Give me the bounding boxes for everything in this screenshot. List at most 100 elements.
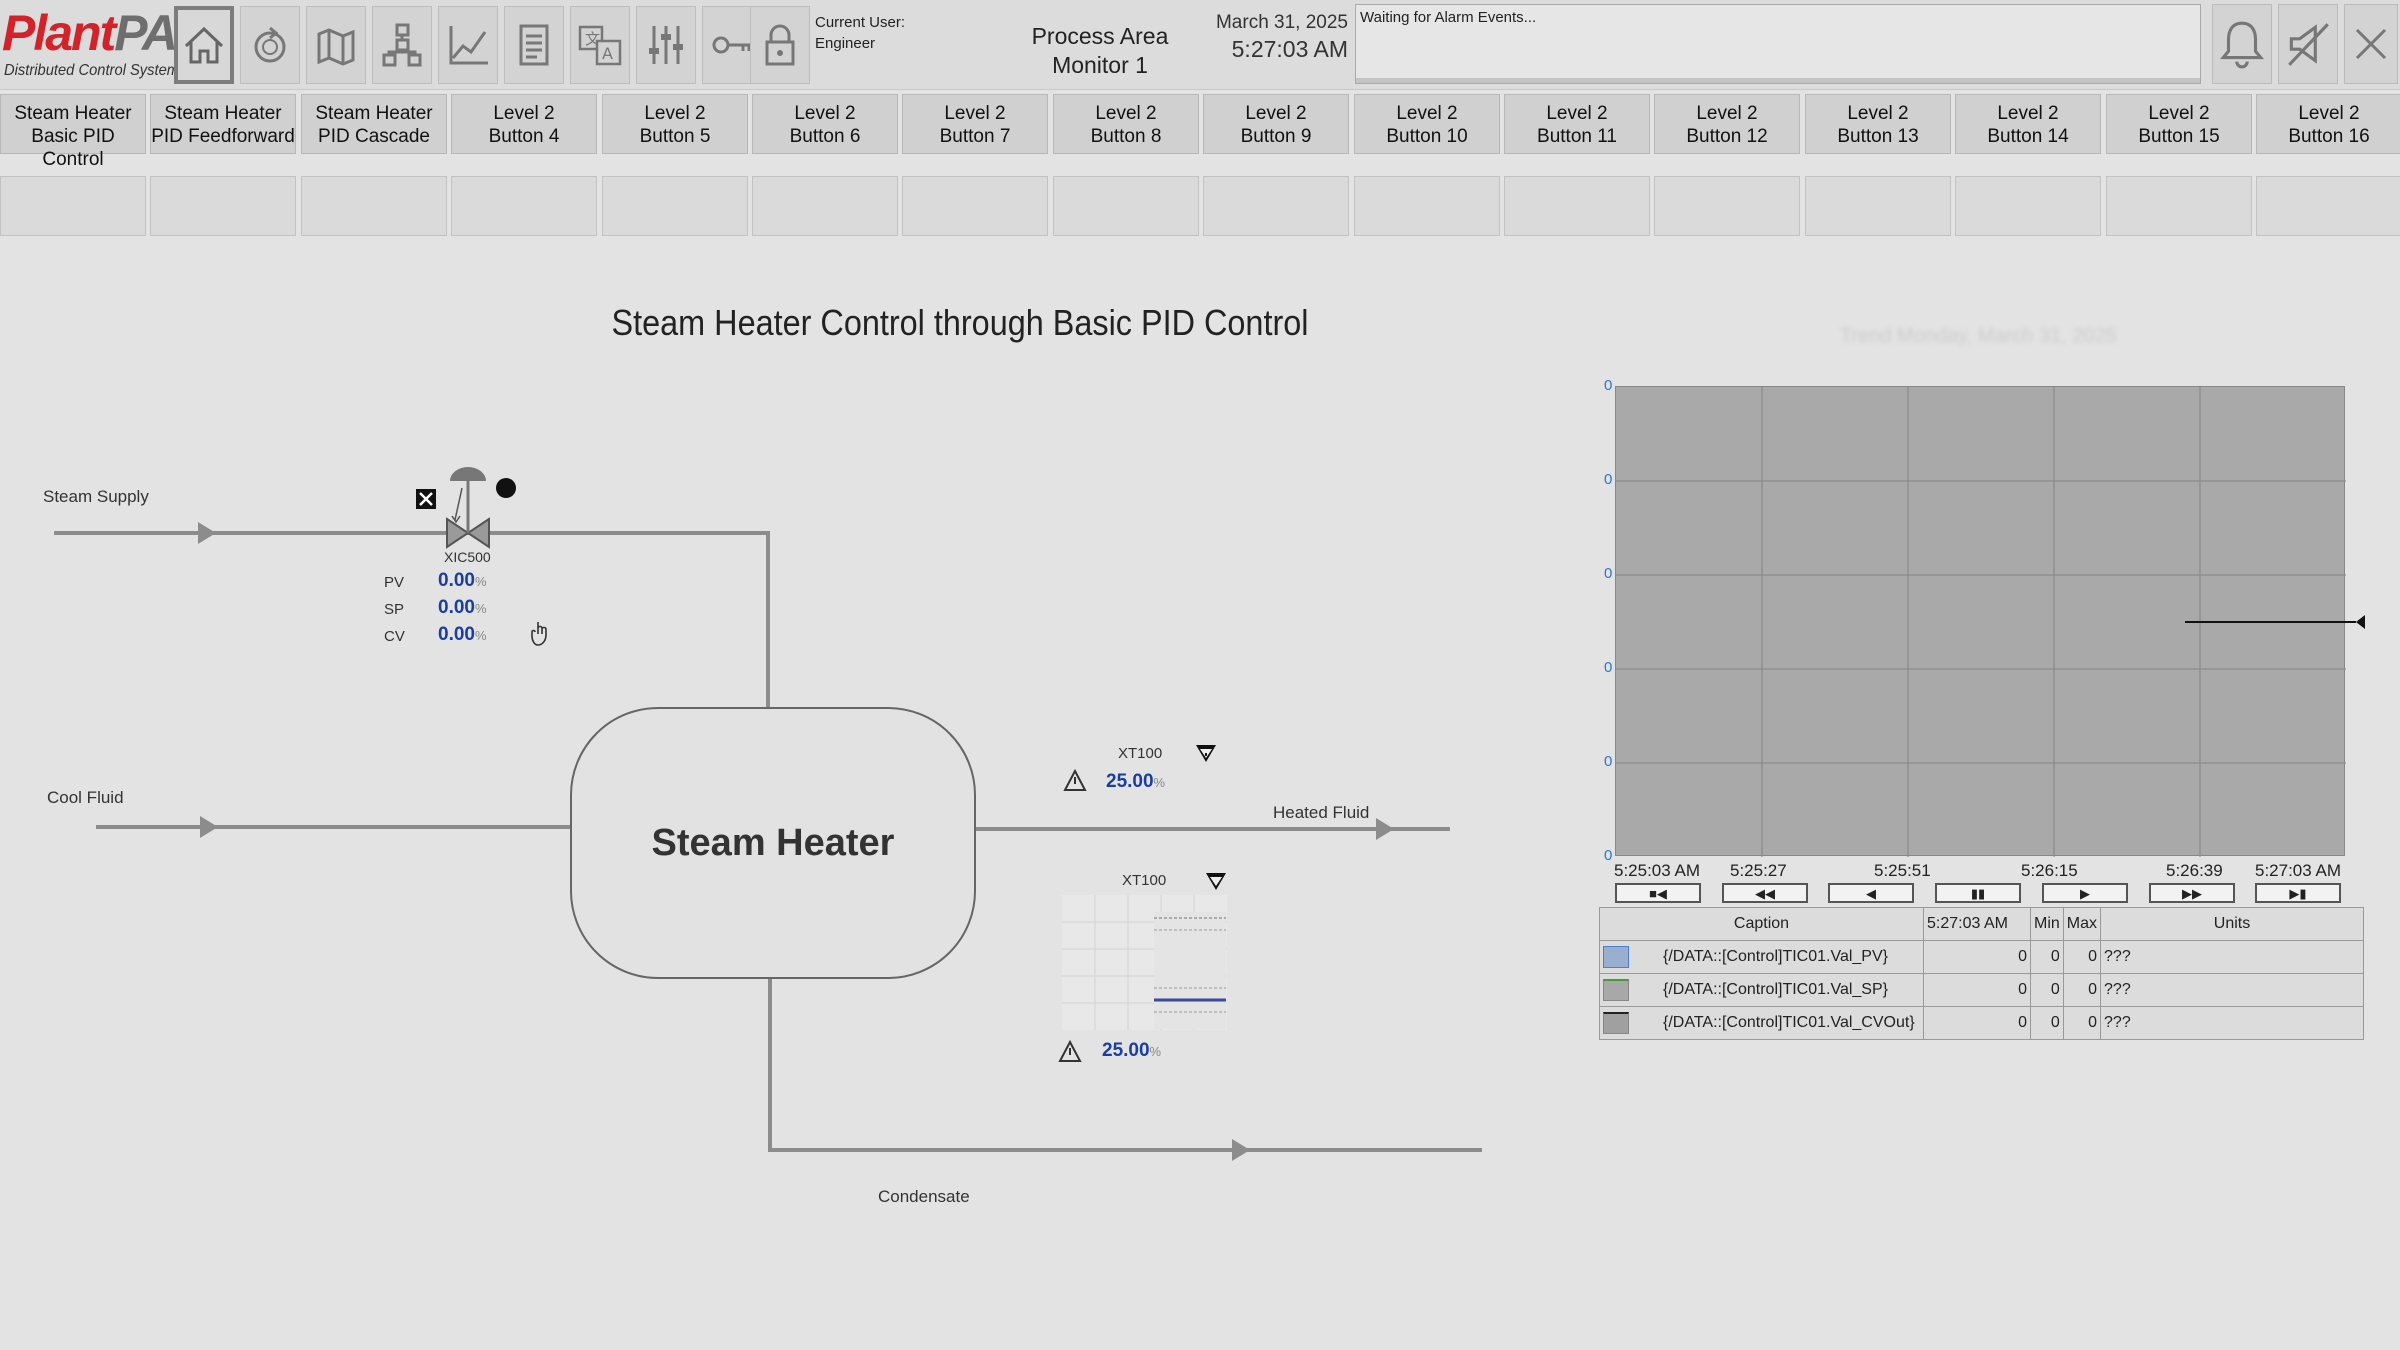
level3-button-12[interactable] [1654, 176, 1800, 236]
nav-button-line1: Level 2 [2298, 103, 2360, 124]
cv-label: CV [384, 628, 405, 645]
pen-caption-cell: {/DATA::[Control]TIC01.Val_CVOut} [1599, 1006, 1924, 1040]
trend-title: Trend Monday, March 31, 2025 [1840, 325, 2117, 347]
steam-heater-label: Steam Heater [651, 821, 895, 864]
fast-back-button[interactable]: ◀◀ [1722, 883, 1808, 903]
close-button[interactable] [2344, 4, 2398, 84]
flow-arrow-heated [1376, 818, 1394, 840]
pen-max-cell: 0 [2062, 1006, 2102, 1040]
nav-button-line1: Level 2 [1546, 103, 1608, 124]
pause-button[interactable]: ▮▮ [1935, 883, 2021, 903]
col-min: Min [2030, 907, 2064, 941]
col-caption: Caption [1599, 907, 1924, 941]
alarm-bell-button[interactable] [2212, 4, 2272, 84]
pen-table-header: Caption 5:27:03 AM Min Max Units [1599, 907, 2364, 941]
col-units: Units [2100, 907, 2364, 941]
fast-forward-button[interactable]: ▶▶ [2149, 883, 2235, 903]
xt1-value[interactable]: 25.00% [1106, 771, 1165, 793]
pen-value-cell: 0 [1923, 940, 2031, 974]
pen-caption-cell: {/DATA::[Control]TIC01.Val_SP} [1599, 973, 1924, 1007]
pen-max-cell: 0 [2062, 940, 2102, 974]
nav-button-line2: Button 13 [1837, 126, 1919, 147]
heated-fluid-label: Heated Fluid [1273, 803, 1370, 822]
pen-row[interactable]: {/DATA::[Control]TIC01.Val_CVOut} 0 0 0??? [1599, 1006, 2364, 1040]
steam-heater-vessel[interactable]: Steam Heater [570, 707, 976, 979]
pv-value[interactable]: 0.00% [438, 570, 487, 592]
pv-label: PV [384, 574, 405, 591]
pen-color-swatch[interactable] [1603, 1012, 1629, 1034]
valve-tag[interactable]: XIC500 [444, 549, 491, 565]
nav-button-15[interactable]: Level 2 Button 15 [2106, 94, 2252, 154]
y-tick-label: 0 [1604, 847, 1613, 864]
pen-caption: {/DATA::[Control]TIC01.Val_PV} [1663, 948, 1888, 966]
pen-value-cell: 0 [1923, 1006, 2031, 1040]
y-tick-label: 0 [1604, 471, 1613, 488]
steam-supply-label: Steam Supply [43, 487, 149, 506]
nav-button-16[interactable]: Level 2 Button 16 [2256, 94, 2400, 154]
x-tick-label: 5:25:03 AM [1614, 861, 1701, 880]
y-tick-label: 0 [1604, 377, 1613, 394]
y-tick-label: 0 [1604, 753, 1613, 770]
nav-button-line1: Level 2 [1696, 103, 1758, 124]
level3-button-15[interactable] [2106, 176, 2252, 236]
y-tick-label: 0 [1604, 659, 1613, 676]
bell-icon [2219, 21, 2265, 69]
pen-color-swatch[interactable] [1603, 979, 1629, 1001]
xt2-warning-icon [1058, 1039, 1082, 1062]
stop-forward-button[interactable]: ▶▮ [2255, 883, 2341, 903]
pen-units-cell: ??? [2100, 940, 2364, 974]
col-max: Max [2062, 907, 2102, 941]
xt2-value[interactable]: 25.00% [1102, 1040, 1161, 1062]
hand-cursor-icon [531, 622, 547, 646]
pen-caption-cell: {/DATA::[Control]TIC01.Val_PV} [1599, 940, 1924, 974]
xt1-tag[interactable]: XT100 [1118, 745, 1162, 762]
pen-units-cell: ??? [2100, 973, 2364, 1007]
trend-cursor-marker [2185, 615, 2365, 629]
flow-arrow-cool [200, 816, 218, 838]
nav-button-14[interactable]: Level 2 Button 14 [1955, 94, 2101, 154]
nav-button-12[interactable]: Level 2 Button 12 [1654, 94, 1800, 154]
nav-button-line2: Button 14 [1987, 126, 2069, 147]
pen-color-swatch[interactable] [1603, 946, 1629, 968]
trend-pen-table: Caption 5:27:03 AM Min Max Units {/DATA:… [1599, 907, 2364, 1040]
process-piping [54, 467, 1482, 1161]
level3-button-16[interactable] [2256, 176, 2400, 236]
pen-row[interactable]: {/DATA::[Control]TIC01.Val_SP} 0 0 0??? [1599, 973, 2364, 1007]
y-tick-label: 0 [1604, 565, 1613, 582]
sp-label: SP [384, 601, 405, 618]
nav-button-line2: Button 15 [2138, 126, 2220, 147]
close-icon [2355, 28, 2387, 60]
pen-max-cell: 0 [2062, 973, 2102, 1007]
silence-horn-icon [2288, 23, 2329, 66]
col-time: 5:27:03 AM [1923, 907, 2031, 941]
xt2-mini-trend [1062, 895, 1227, 1030]
level3-button-11[interactable] [1504, 176, 1650, 236]
sp-value[interactable]: 0.00% [438, 597, 487, 619]
pen-min-cell: 0 [2030, 940, 2064, 974]
nav-button-line2: Button 11 [1537, 126, 1617, 147]
level3-button-13[interactable] [1805, 176, 1951, 236]
level3-button-14[interactable] [1955, 176, 2101, 236]
pen-min-cell: 0 [2030, 973, 2064, 1007]
condensate-label: Condensate [878, 1187, 970, 1206]
pen-caption: {/DATA::[Control]TIC01.Val_CVOut} [1663, 1014, 1915, 1032]
x-tick-label: 5:27:03 AM [2255, 861, 2342, 880]
nav-button-13[interactable]: Level 2 Button 13 [1805, 94, 1951, 154]
x-tick-label: 5:26:39 [2166, 861, 2223, 880]
nav-button-line2: Button 12 [1686, 126, 1768, 147]
flow-arrow-condensate [1232, 1139, 1250, 1161]
x-tick-label: 5:25:51 [1874, 861, 1931, 880]
nav-button-line1: Level 2 [1997, 103, 2059, 124]
stop-back-button[interactable]: ■◀ [1615, 883, 1701, 903]
nav-button-11[interactable]: Level 2 Button 11 [1504, 94, 1650, 154]
silence-horn-button[interactable] [2278, 4, 2338, 84]
forward-button[interactable]: ▶ [2042, 883, 2128, 903]
back-button[interactable]: ◀ [1828, 883, 1914, 903]
nav-button-line1: Level 2 [2148, 103, 2210, 124]
xt1-warning-icon [1063, 768, 1087, 791]
flow-arrow-steam [198, 522, 216, 544]
x-tick-label: 5:25:27 [1730, 861, 1787, 880]
pen-row[interactable]: {/DATA::[Control]TIC01.Val_PV} 0 0 0??? [1599, 940, 2364, 974]
xt2-tag[interactable]: XT100 [1122, 872, 1166, 889]
cv-value[interactable]: 0.00% [438, 624, 487, 646]
